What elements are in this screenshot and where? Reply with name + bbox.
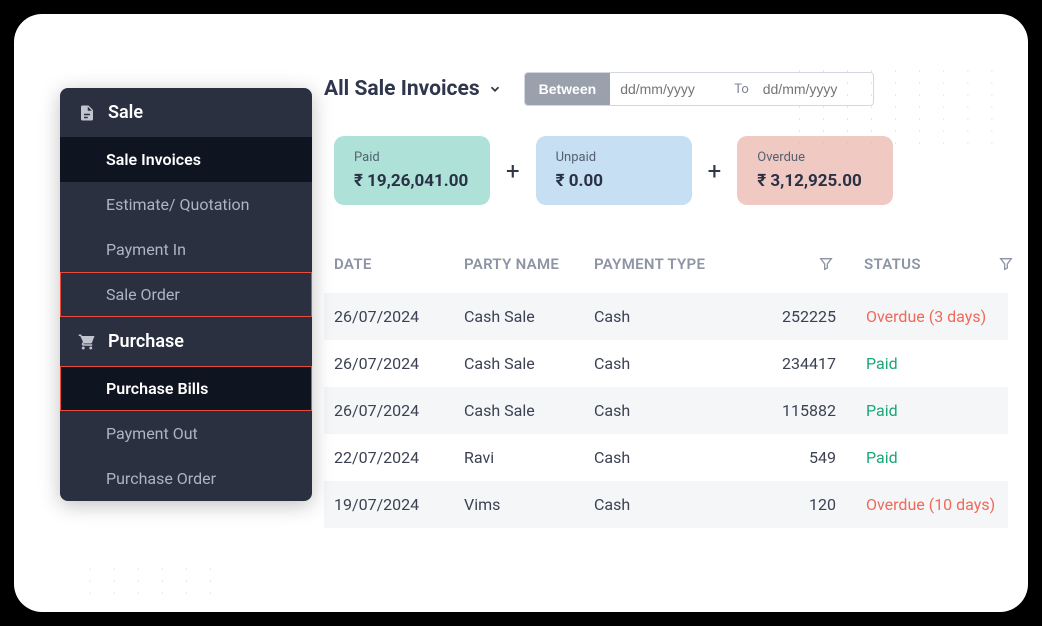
cell-date: 22/07/2024 (334, 448, 464, 467)
table-header: DATE PARTY NAME PAYMENT TYPE STATUS (324, 241, 1008, 293)
column-date[interactable]: DATE (334, 255, 464, 273)
cell-date: 26/07/2024 (334, 307, 464, 326)
sidebar-item-payment-in[interactable]: Payment In (60, 227, 312, 272)
plus-icon: + (498, 157, 528, 185)
cell-party: Ravi (464, 448, 594, 467)
cell-party: Cash Sale (464, 354, 594, 373)
summary-card-unpaid[interactable]: Unpaid ₹ 0.00 (536, 136, 692, 205)
cell-status: Paid (864, 401, 1034, 420)
cell-amount: 234417 (764, 354, 864, 373)
column-payment-type[interactable]: PAYMENT TYPE (594, 255, 764, 273)
date-from-input[interactable] (610, 73, 730, 105)
sidebar-item-estimate-quotation[interactable]: Estimate/ Quotation (60, 182, 312, 227)
column-amount-filter[interactable] (764, 256, 864, 272)
cell-payment-type: Cash (594, 448, 764, 467)
to-label: To (730, 82, 753, 97)
sidebar-header-sale-label: Sale (108, 102, 143, 123)
page-title-dropdown[interactable]: All Sale Invoices (324, 77, 502, 101)
sidebar-item-purchase-order[interactable]: Purchase Order (60, 456, 312, 501)
cell-amount: 252225 (764, 307, 864, 326)
table-row[interactable]: 26/07/2024Cash SaleCash252225Overdue (3 … (324, 293, 1008, 340)
table-row[interactable]: 19/07/2024VimsCash120Overdue (10 days) (324, 481, 1008, 528)
filter-icon (998, 256, 1014, 272)
decorative-dots-top-right: · · · · · · · · · · · · · · · · · · · · … (798, 66, 1003, 150)
summary-unpaid-label: Unpaid (556, 150, 672, 165)
cell-party: Cash Sale (464, 307, 594, 326)
cell-status: Overdue (10 days) (864, 495, 1034, 514)
column-party-name[interactable]: PARTY NAME (464, 255, 594, 273)
cell-date: 26/07/2024 (334, 354, 464, 373)
cell-party: Cash Sale (464, 401, 594, 420)
cell-payment-type: Cash (594, 495, 764, 514)
decorative-dots-bottom-left: · · · · · · · · · · · · · · · · · · (89, 564, 221, 600)
page-title: All Sale Invoices (324, 77, 480, 101)
document-icon (78, 104, 96, 122)
table-row[interactable]: 26/07/2024Cash SaleCash234417Paid (324, 340, 1008, 387)
invoice-table: DATE PARTY NAME PAYMENT TYPE STATUS 26/0… (324, 241, 1008, 528)
plus-icon: + (700, 157, 730, 185)
summary-overdue-value: ₹ 3,12,925.00 (757, 171, 873, 191)
cell-party: Vims (464, 495, 594, 514)
summary-overdue-label: Overdue (757, 150, 873, 165)
table-row[interactable]: 26/07/2024Cash SaleCash115882Paid (324, 387, 1008, 434)
cart-icon (78, 333, 96, 351)
cell-amount: 120 (764, 495, 864, 514)
sidebar-item-purchase-bills[interactable]: Purchase Bills (60, 366, 312, 411)
cell-payment-type: Cash (594, 307, 764, 326)
cell-amount: 115882 (764, 401, 864, 420)
summary-unpaid-value: ₹ 0.00 (556, 171, 672, 191)
cell-payment-type: Cash (594, 354, 764, 373)
chevron-down-icon (488, 82, 502, 96)
summary-card-paid[interactable]: Paid ₹ 19,26,041.00 (334, 136, 490, 205)
between-button[interactable]: Between (525, 73, 611, 105)
summary-paid-value: ₹ 19,26,041.00 (354, 171, 470, 191)
column-status[interactable]: STATUS (864, 255, 1034, 273)
sidebar: Sale Sale Invoices Estimate/ Quotation P… (60, 88, 312, 501)
table-row[interactable]: 22/07/2024RaviCash549Paid (324, 434, 1008, 481)
sidebar-header-sale[interactable]: Sale (60, 88, 312, 137)
sidebar-item-payment-out[interactable]: Payment Out (60, 411, 312, 456)
sidebar-item-sale-invoices[interactable]: Sale Invoices (60, 137, 312, 182)
cell-date: 19/07/2024 (334, 495, 464, 514)
sidebar-header-purchase[interactable]: Purchase (60, 317, 312, 366)
cell-amount: 549 (764, 448, 864, 467)
cell-date: 26/07/2024 (334, 401, 464, 420)
cell-status: Paid (864, 448, 1034, 467)
cell-status: Paid (864, 354, 1034, 373)
filter-icon (818, 256, 834, 272)
summary-paid-label: Paid (354, 150, 470, 165)
sidebar-item-sale-order[interactable]: Sale Order (60, 272, 312, 317)
cell-status: Overdue (3 days) (864, 307, 1034, 326)
cell-payment-type: Cash (594, 401, 764, 420)
sidebar-header-purchase-label: Purchase (108, 331, 184, 352)
